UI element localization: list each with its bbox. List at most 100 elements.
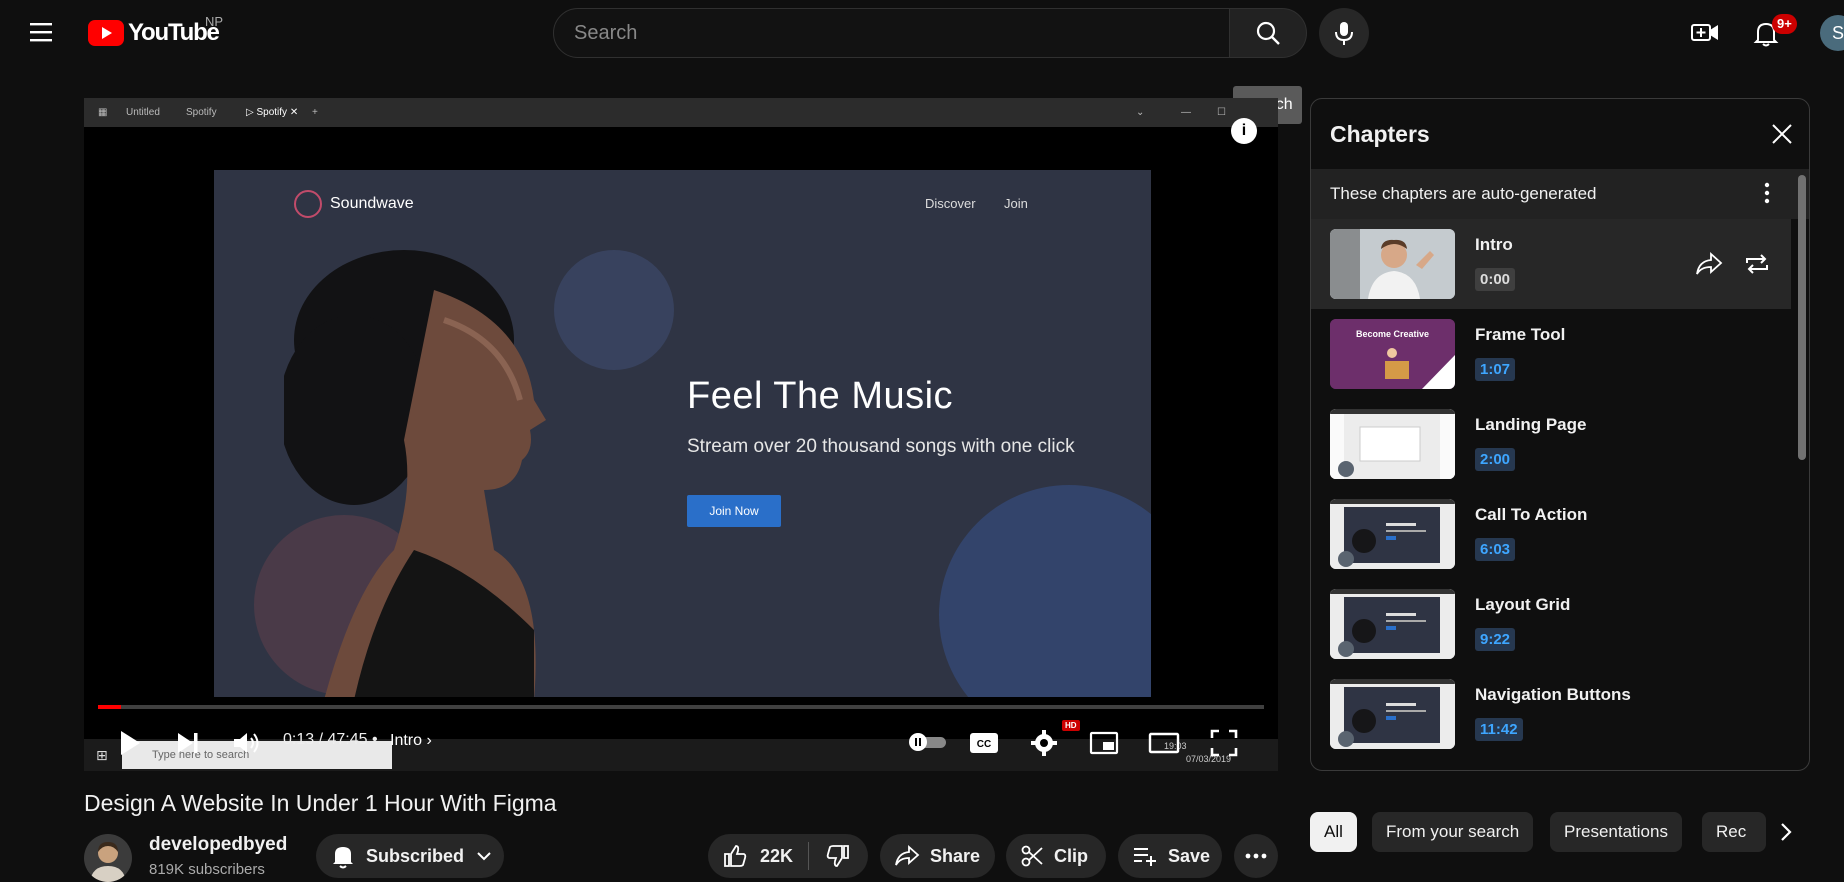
soundwave-logo: Soundwave [294, 190, 414, 218]
country-code: NP [205, 14, 224, 29]
plus-icon: + [312, 107, 318, 118]
chips-next-button[interactable] [1766, 812, 1806, 852]
chapter-name: Layout Grid [1475, 595, 1571, 614]
figma-tab: Untitled [126, 107, 160, 118]
share-icon [1696, 251, 1723, 275]
subscribed-button[interactable]: Subscribed [316, 834, 504, 878]
minimize-icon: — [1181, 107, 1191, 118]
create-video-button[interactable] [1690, 20, 1720, 46]
microphone-icon [1335, 22, 1353, 45]
captions-icon: CC [970, 733, 998, 753]
chapters-info-bar: These chapters are auto-generated [1311, 169, 1809, 219]
voice-search-button[interactable] [1319, 8, 1369, 58]
captions-button[interactable]: CC [964, 726, 1004, 760]
time-display: 0:13 / 47:45 • [283, 731, 378, 749]
loop-chapter-button[interactable] [1743, 251, 1771, 277]
close-chapters-button[interactable] [1771, 123, 1793, 145]
fullscreen-button[interactable] [1204, 725, 1244, 761]
info-icon[interactable]: i [1231, 118, 1257, 144]
chapter-thumbnail [1330, 229, 1455, 299]
chapter-timestamp[interactable]: 1:07 [1475, 358, 1516, 381]
next-button[interactable] [168, 723, 208, 763]
chapter-item[interactable]: Call To Action 6:03 [1311, 489, 1791, 579]
chapter-name: Frame Tool [1475, 325, 1566, 344]
share-icon [894, 844, 920, 868]
account-avatar[interactable]: S [1820, 15, 1844, 51]
hero-title: Feel The Music [687, 375, 954, 417]
menu-icon[interactable] [28, 20, 56, 44]
hero-join-button: Join Now [687, 495, 781, 527]
volume-button[interactable] [226, 723, 266, 763]
dislike-button[interactable] [809, 834, 867, 878]
miniplayer-icon [1089, 731, 1119, 755]
chapter-item[interactable]: Intro 0:00 [1311, 219, 1791, 309]
save-label: Save [1168, 845, 1211, 866]
autoplay-toggle-icon [909, 733, 946, 751]
chapter-item[interactable]: Layout Grid 9:22 [1311, 579, 1791, 669]
chapter-thumbnail: Become Creative [1330, 319, 1455, 389]
progress-bar[interactable] [98, 705, 1264, 709]
chapter-timestamp[interactable]: 11:42 [1475, 718, 1523, 741]
theater-mode-button[interactable] [1144, 725, 1184, 761]
filter-chip-from-your-search[interactable]: From your search [1372, 812, 1534, 852]
woman-silhouette-image [284, 250, 546, 697]
chapter-timestamp[interactable]: 6:03 [1475, 538, 1516, 561]
channel-name[interactable]: developedbyed [149, 834, 287, 856]
search-input[interactable] [554, 9, 1229, 57]
settings-button[interactable] [1024, 724, 1064, 762]
search-button[interactable] [1229, 8, 1307, 58]
filter-chip-presentations[interactable]: Presentations [1550, 812, 1682, 852]
chapters-scrollbar[interactable] [1798, 175, 1806, 460]
time-text: 0:13 / 47:45 [283, 731, 368, 748]
figma-tab-bar: ▦ Untitled Spotify ▷ Spotify ✕ + ⌄ — ☐ [84, 98, 1278, 127]
more-actions-button[interactable] [1234, 834, 1278, 878]
scissors-icon [1020, 844, 1044, 868]
website-artboard: Soundwave Discover Join Feel The Music S… [214, 170, 1151, 697]
current-chapter-label: Intro [390, 732, 423, 749]
chapter-name: Call To Action [1475, 505, 1588, 524]
chapter-item[interactable]: Landing Page 2:00 [1311, 399, 1791, 489]
figma-tab: Spotify [186, 107, 217, 118]
filter-chip-recent[interactable]: Rec [1702, 812, 1766, 852]
chapter-timestamp[interactable]: 0:00 [1475, 268, 1516, 291]
chapter-timestamp[interactable]: 9:22 [1475, 628, 1516, 651]
clip-button[interactable]: Clip [1006, 834, 1106, 878]
chapters-header: Chapters [1311, 99, 1809, 169]
progress-played [98, 705, 122, 709]
filter-chip-all[interactable]: All [1310, 812, 1357, 852]
hd-badge: HD [1062, 720, 1080, 731]
chapter-thumbnail [1330, 679, 1455, 749]
like-button[interactable]: 22K [708, 834, 808, 878]
channel-avatar[interactable] [84, 834, 132, 882]
share-button[interactable]: Share [880, 834, 995, 878]
thumbnail-caption: Become Creative [1355, 329, 1430, 339]
chapter-item[interactable]: Navigation Buttons 11:42 [1311, 669, 1791, 759]
more-horizontal-icon [1245, 853, 1267, 859]
fullscreen-icon [1210, 729, 1238, 757]
autoplay-toggle[interactable] [906, 729, 948, 755]
svg-text:CC: CC [977, 739, 991, 750]
miniplayer-button[interactable] [1084, 725, 1124, 761]
save-button[interactable]: Save [1118, 834, 1222, 878]
video-player[interactable]: ▦ Untitled Spotify ▷ Spotify ✕ + ⌄ — ☐ S… [84, 98, 1278, 771]
chapters-menu-button[interactable] [1755, 181, 1779, 205]
search-box [553, 8, 1230, 58]
chapter-timestamp[interactable]: 2:00 [1475, 448, 1516, 471]
current-chapter-button[interactable]: Intro › [390, 732, 432, 750]
more-vertical-icon [1764, 182, 1770, 204]
video-camera-plus-icon [1691, 24, 1718, 41]
share-label: Share [930, 845, 981, 866]
chapters-panel: Chapters These chapters are auto-generat… [1310, 98, 1810, 771]
grid-icon: ▦ [98, 107, 108, 118]
chapter-item[interactable]: Become Creative Frame Tool 1:07 [1311, 309, 1791, 399]
subscribed-label: Subscribed [366, 845, 465, 866]
thumbs-down-icon [825, 843, 851, 869]
chapter-name: Intro [1475, 235, 1513, 254]
top-bar: YouTube NP 9+ S [0, 0, 1844, 66]
auto-generated-notice: These chapters are auto-generated [1330, 184, 1597, 203]
youtube-logo[interactable]: YouTube [88, 19, 220, 47]
notification-count-badge: 9+ [1772, 14, 1797, 34]
share-chapter-button[interactable] [1695, 251, 1723, 277]
clip-label: Clip [1054, 845, 1088, 866]
play-button[interactable] [110, 723, 150, 763]
